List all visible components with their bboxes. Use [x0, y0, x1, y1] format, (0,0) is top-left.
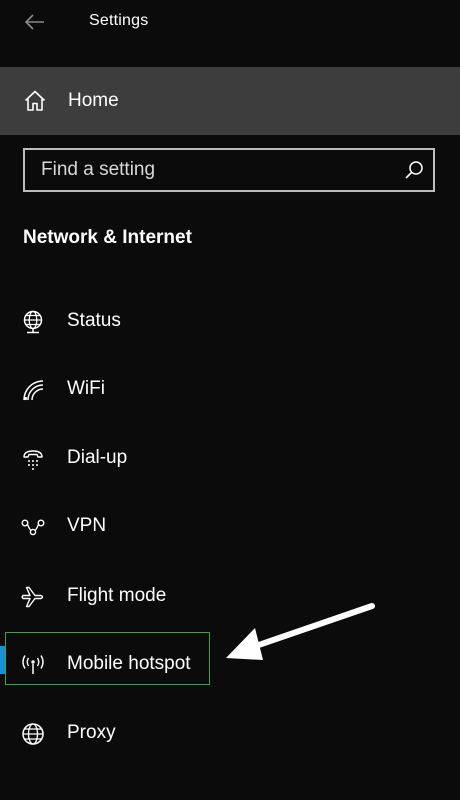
home-nav-item[interactable]: Home: [0, 67, 460, 135]
nav-item-flight-mode[interactable]: Flight mode: [0, 571, 460, 621]
globe-icon: [22, 723, 44, 745]
nav-item-vpn[interactable]: VPN: [0, 501, 460, 551]
nav-label: VPN: [67, 515, 107, 536]
nav-label: Mobile hotspot: [67, 653, 191, 674]
nav-label: Flight mode: [67, 585, 167, 606]
back-button[interactable]: [22, 10, 48, 34]
app-title: Settings: [89, 12, 149, 29]
vpn-icon: [21, 519, 45, 536]
home-icon: [24, 90, 46, 111]
title-bar: Settings: [0, 0, 460, 44]
nav-label: Dial-up: [67, 447, 128, 468]
search-icon[interactable]: [403, 159, 425, 181]
nav-item-mobile-hotspot[interactable]: Mobile hotspot: [0, 639, 460, 689]
dial-up-icon: [23, 450, 43, 470]
nav-label: Status: [67, 310, 121, 331]
search-box[interactable]: [23, 148, 435, 192]
home-label: Home: [68, 90, 119, 111]
back-arrow-icon: [25, 14, 44, 30]
wifi-icon: [23, 380, 44, 401]
section-heading: Network & Internet: [23, 227, 192, 248]
nav-item-dial-up[interactable]: Dial-up: [0, 433, 460, 483]
nav-label: Proxy: [67, 722, 116, 743]
globe-network-icon: [23, 310, 43, 334]
airplane-icon: [21, 586, 44, 608]
nav-item-proxy[interactable]: Proxy: [0, 708, 460, 758]
nav-item-wifi[interactable]: WiFi: [0, 364, 460, 414]
search-input[interactable]: [25, 150, 385, 190]
nav-label: WiFi: [67, 378, 105, 399]
hotspot-icon: [22, 655, 44, 674]
nav-item-status[interactable]: Status: [0, 296, 460, 346]
